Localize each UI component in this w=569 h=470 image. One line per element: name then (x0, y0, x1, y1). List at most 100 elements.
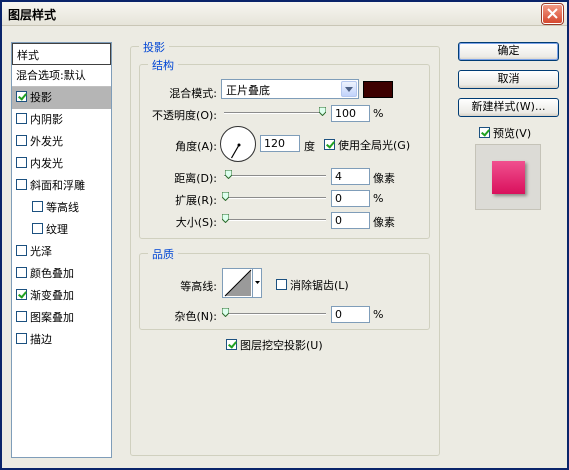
blend-options-item[interactable]: 混合选项:默认 (12, 65, 111, 87)
blend-mode-value: 正片叠底 (226, 84, 270, 97)
new-style-button[interactable]: 新建样式(W)... (458, 98, 559, 117)
style-preview (475, 144, 541, 210)
noise-slider-thumb[interactable] (222, 308, 229, 317)
noise-input[interactable]: 0 (331, 306, 370, 323)
angle-input[interactable]: 120 (260, 135, 300, 152)
style-item-label: 描边 (30, 333, 52, 346)
style-item-checkbox[interactable] (16, 333, 27, 344)
chevron-down-icon (255, 281, 260, 284)
antialias-checkbox[interactable]: 消除锯齿(L) (276, 277, 349, 293)
style-item-label: 渐变叠加 (30, 289, 74, 302)
style-item[interactable]: 内发光 (12, 153, 111, 175)
noise-label: 杂色(N): (174, 310, 217, 323)
style-item[interactable]: 颜色叠加 (12, 263, 111, 285)
distance-input[interactable]: 4 (331, 168, 370, 185)
angle-label: 角度(A): (175, 140, 217, 153)
style-item-checkbox[interactable] (16, 245, 27, 256)
spread-slider-thumb[interactable] (222, 192, 229, 201)
style-item-checkbox[interactable] (16, 289, 27, 300)
preview-checkbox[interactable]: 预览(V) (479, 125, 531, 141)
size-label: 大小(S): (175, 216, 217, 229)
global-light-check[interactable] (324, 139, 335, 150)
title-bar[interactable]: 图层样式 (2, 2, 567, 26)
spread-slider-track[interactable] (224, 197, 326, 199)
style-item-label: 内阴影 (30, 113, 63, 126)
close-button[interactable] (541, 3, 564, 25)
contour-picker[interactable] (222, 268, 262, 298)
contour-label: 等高线: (180, 280, 217, 293)
style-item-label: 内发光 (30, 157, 63, 170)
angle-needle (230, 143, 241, 159)
style-item-label: 投影 (30, 91, 52, 104)
preview-label: 预览(V) (493, 127, 532, 140)
style-item-checkbox[interactable] (16, 113, 27, 124)
style-item[interactable]: 光泽 (12, 241, 111, 263)
blend-mode-select[interactable]: 正片叠底 (221, 79, 359, 99)
window-title: 图层样式 (8, 8, 57, 22)
distance-label: 距离(D): (174, 172, 217, 185)
style-item-checkbox[interactable] (16, 91, 27, 102)
style-item[interactable]: 投影 (12, 87, 111, 109)
style-item-checkbox[interactable] (16, 311, 27, 322)
style-item-label: 光泽 (30, 245, 52, 258)
ok-button[interactable]: 确定 (458, 42, 559, 61)
distance-unit: 像素 (373, 172, 395, 185)
opacity-input[interactable]: 100 (331, 105, 370, 122)
style-item-label: 图案叠加 (30, 311, 74, 324)
knockout-label: 图层挖空投影(U) (240, 339, 323, 352)
style-item[interactable]: 外发光 (12, 131, 111, 153)
style-item-checkbox[interactable] (16, 157, 27, 168)
preview-check[interactable] (479, 127, 490, 138)
style-item-label: 颜色叠加 (30, 267, 74, 280)
styles-list: 样式 混合选项:默认 投影内阴影外发光内发光斜面和浮雕等高线纹理光泽颜色叠加渐变… (11, 42, 112, 458)
style-item-label: 斜面和浮雕 (30, 179, 85, 192)
style-item-label: 纹理 (46, 223, 68, 236)
angle-dial[interactable] (220, 126, 256, 162)
style-item-checkbox[interactable] (32, 223, 43, 234)
style-item[interactable]: 纹理 (12, 219, 111, 241)
antialias-label: 消除锯齿(L) (290, 279, 349, 292)
chevron-down-icon (341, 81, 357, 97)
style-item[interactable]: 描边 (12, 329, 111, 351)
style-item-checkbox[interactable] (16, 135, 27, 146)
layer-style-dialog: 图层样式 样式 混合选项:默认 投影内阴影外发光内发光斜面和浮雕等高线纹理光泽颜… (0, 0, 569, 470)
size-unit: 像素 (373, 216, 395, 229)
styles-header[interactable]: 样式 (12, 43, 111, 65)
spread-unit: % (373, 192, 384, 205)
noise-slider-track[interactable] (224, 313, 326, 315)
style-item[interactable]: 图案叠加 (12, 307, 111, 329)
style-item-label: 等高线 (46, 201, 79, 214)
opacity-slider-thumb[interactable] (319, 107, 326, 116)
style-item-checkbox[interactable] (16, 179, 27, 190)
distance-slider-track[interactable] (224, 175, 326, 177)
knockout-check[interactable] (226, 339, 237, 350)
quality-title: 品质 (148, 246, 178, 262)
style-item-label: 外发光 (30, 135, 63, 148)
drop-shadow-title: 投影 (139, 39, 169, 55)
size-slider-track[interactable] (224, 219, 326, 221)
knockout-checkbox[interactable]: 图层挖空投影(U) (226, 337, 323, 353)
style-item-checkbox[interactable] (16, 267, 27, 278)
contour-linear-icon (224, 269, 252, 297)
size-input[interactable]: 0 (331, 212, 370, 229)
spread-label: 扩展(R): (175, 194, 217, 207)
style-item[interactable]: 内阴影 (12, 109, 111, 131)
opacity-slider-track[interactable] (224, 112, 326, 114)
global-light-label: 使用全局光(G) (338, 139, 411, 152)
angle-unit: 度 (304, 140, 315, 153)
spread-input[interactable]: 0 (331, 190, 370, 207)
style-item[interactable]: 渐变叠加 (12, 285, 111, 307)
style-item-checkbox[interactable] (32, 201, 43, 212)
contour-dropdown[interactable] (252, 269, 261, 297)
style-item[interactable]: 等高线 (12, 197, 111, 219)
opacity-label: 不透明度(O): (152, 109, 217, 122)
size-slider-thumb[interactable] (222, 214, 229, 223)
shadow-color-swatch[interactable] (363, 81, 393, 98)
global-light-checkbox[interactable]: 使用全局光(G) (324, 137, 410, 153)
close-icon (547, 8, 558, 19)
distance-slider-thumb[interactable] (225, 170, 232, 179)
opacity-unit: % (373, 107, 384, 120)
antialias-check[interactable] (276, 279, 287, 290)
style-item[interactable]: 斜面和浮雕 (12, 175, 111, 197)
cancel-button[interactable]: 取消 (458, 70, 559, 89)
